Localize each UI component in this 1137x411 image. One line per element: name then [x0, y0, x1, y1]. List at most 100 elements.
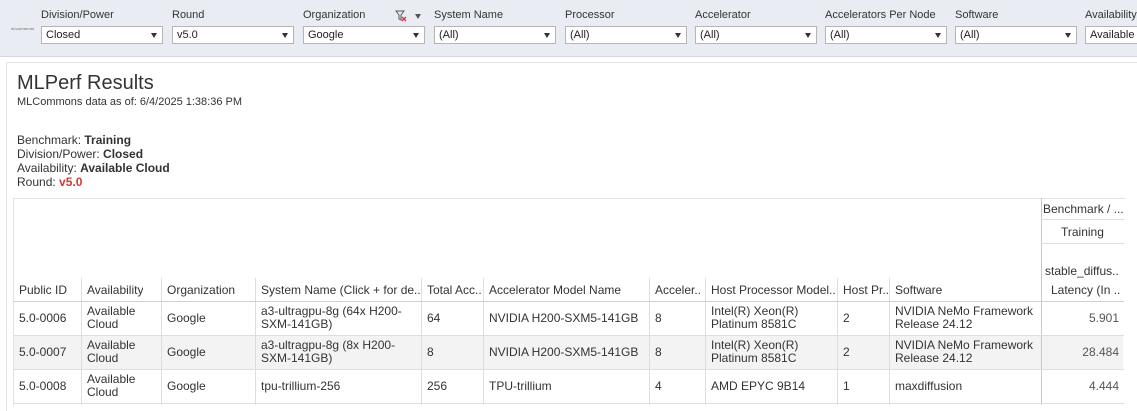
column-divider: [705, 278, 706, 405]
cell-latency: 4.444: [1088, 379, 1119, 393]
col-header-software[interactable]: Software: [895, 283, 942, 297]
header-divider: [1041, 243, 1124, 244]
cell-host-processor: Intel(R) Xeon(R) Platinum 8581C: [711, 304, 799, 331]
division-info: Division/Power: Closed: [17, 147, 143, 161]
column-divider: [649, 278, 650, 405]
cell-latency: 5.901: [1088, 311, 1119, 325]
cell-host-processors-per-node: 1: [843, 379, 850, 393]
cell-total-accelerators: 256: [427, 379, 448, 393]
col-header-accelerator-model[interactable]: Accelerator Model Name: [489, 283, 621, 297]
division-value: Closed: [103, 147, 144, 161]
filter-label: Round: [172, 9, 205, 21]
chevron-down-icon: [675, 33, 681, 38]
division-power-dropdown[interactable]: Closed: [41, 26, 163, 44]
page-title: MLPerf Results: [17, 72, 154, 94]
col-header-host-processor[interactable]: Host Processor Model..: [711, 283, 836, 297]
row-divider: [14, 335, 1124, 336]
cell-system-name[interactable]: tpu-trillium-256: [261, 380, 340, 393]
row-divider: [14, 403, 1124, 404]
col-header-system-name[interactable]: System Name (Click + for de..: [261, 283, 421, 297]
column-divider: [255, 278, 256, 405]
cell-public-id: 5.0-0006: [19, 311, 67, 325]
col-header-organization[interactable]: Organization: [167, 283, 235, 297]
cell-accelerator-model: TPU-trillium: [489, 379, 552, 393]
cell-host-processor: Intel(R) Xeon(R) Platinum 8581C: [711, 338, 799, 365]
header-divider: [1041, 219, 1124, 220]
dropdown-value: Google: [308, 29, 344, 41]
chevron-down-icon: [544, 33, 550, 38]
column-divider: [81, 278, 82, 405]
col-header-public-id[interactable]: Public ID: [19, 283, 67, 297]
cell-total-accelerators: 8: [427, 345, 434, 359]
availability-dropdown[interactable]: Available: [1085, 26, 1137, 44]
filter-label: System Name: [434, 9, 504, 21]
dropdown-value: v5.0: [177, 29, 198, 41]
dropdown-value: Closed: [46, 29, 81, 41]
col-header-latency[interactable]: Latency (In ..: [1051, 283, 1120, 297]
cell-latency: 28.484: [1082, 345, 1119, 359]
organization-dropdown[interactable]: Google: [303, 26, 425, 44]
header-bottom-border: [14, 301, 1124, 302]
filter-label: Software: [955, 9, 999, 21]
cell-software: NVIDIA NeMo Framework Release 24.12: [895, 304, 1034, 331]
availability-info: Availability: Available Cloud: [17, 161, 170, 175]
cell-organization: Google: [167, 311, 206, 325]
dropdown-value: (All): [439, 29, 459, 41]
benchmark-group-header[interactable]: Benchmark / ...: [1043, 202, 1124, 216]
round-info: Round: v5.0: [17, 175, 82, 189]
column-divider: [483, 278, 484, 405]
stable-diffusion-group-header: stable_diffus..: [1045, 264, 1119, 278]
training-group-header: Training: [1061, 225, 1104, 239]
benchmark-info: Benchmark: Training: [17, 133, 131, 147]
availability-value: Available Cloud: [80, 161, 170, 175]
accelerators-per-node-dropdown[interactable]: (All): [825, 26, 947, 44]
cell-total-accelerators: 64: [427, 311, 441, 325]
col-header-total-accelerators[interactable]: Total Acc..: [427, 283, 482, 297]
row-divider: [14, 369, 1124, 370]
chevron-down-icon: [413, 33, 419, 38]
data-timestamp: MLCommons data as of: 6/4/2025 1:38:36 P…: [17, 96, 243, 108]
results-table: [13, 198, 1125, 406]
col-header-availability[interactable]: Availability: [87, 283, 143, 297]
dropdown-value: (All): [700, 29, 720, 41]
division-label: Division/Power:: [17, 147, 104, 161]
benchmark-value: Training: [84, 133, 132, 147]
dropdown-value: (All): [960, 29, 980, 41]
cell-availability: Available Cloud: [87, 338, 136, 365]
benchmark-label: Benchmark:: [17, 133, 85, 147]
cell-software: NVIDIA NeMo Framework Release 24.12: [895, 338, 1034, 365]
chevron-down-icon: [282, 33, 288, 38]
mlcommons-logo: mlcommons: [11, 26, 35, 31]
cell-accelerator-model: NVIDIA H200-SXM5-141GB: [489, 311, 639, 325]
filter-label: Accelerator: [695, 9, 751, 21]
round-dropdown[interactable]: v5.0: [172, 26, 294, 44]
cell-host-processor: AMD EPYC 9B14: [711, 379, 806, 393]
col-header-host-processors-per-node[interactable]: Host Pr..: [843, 283, 889, 297]
column-divider: [837, 278, 838, 405]
clear-filter-icon[interactable]: [395, 10, 407, 22]
availability-label: Availability:: [17, 161, 81, 175]
dropdown-value: (All): [830, 29, 850, 41]
system-name-dropdown[interactable]: (All): [434, 26, 556, 44]
chevron-down-icon: [935, 33, 941, 38]
cell-accelerators-per-node: 8: [655, 311, 662, 325]
cell-organization: Google: [167, 345, 206, 359]
cell-system-name[interactable]: a3-ultragpu-8g (8x H200-SXM-141GB): [261, 339, 411, 365]
cell-system-name[interactable]: a3-ultragpu-8g (64x H200-SXM-141GB): [261, 305, 411, 331]
cell-availability: Available Cloud: [87, 372, 136, 399]
cell-accelerator-model: NVIDIA H200-SXM5-141GB: [489, 345, 639, 359]
chevron-down-icon: [805, 33, 811, 38]
software-dropdown[interactable]: (All): [955, 26, 1077, 44]
chevron-down-icon: [1065, 33, 1071, 38]
cell-software: maxdiffusion: [895, 379, 963, 393]
dropdown-value: Available: [1090, 29, 1135, 41]
cell-host-processors-per-node: 2: [843, 345, 850, 359]
col-header-accelerators-per-node[interactable]: Acceler..: [655, 283, 701, 297]
processor-dropdown[interactable]: (All): [565, 26, 687, 44]
filter-label: Processor: [565, 9, 615, 21]
round-label: Round:: [17, 175, 60, 189]
filter-label: Organization: [303, 9, 366, 21]
accelerator-dropdown[interactable]: (All): [695, 26, 817, 44]
filter-menu-icon[interactable]: [415, 14, 421, 19]
column-divider: [889, 278, 890, 405]
